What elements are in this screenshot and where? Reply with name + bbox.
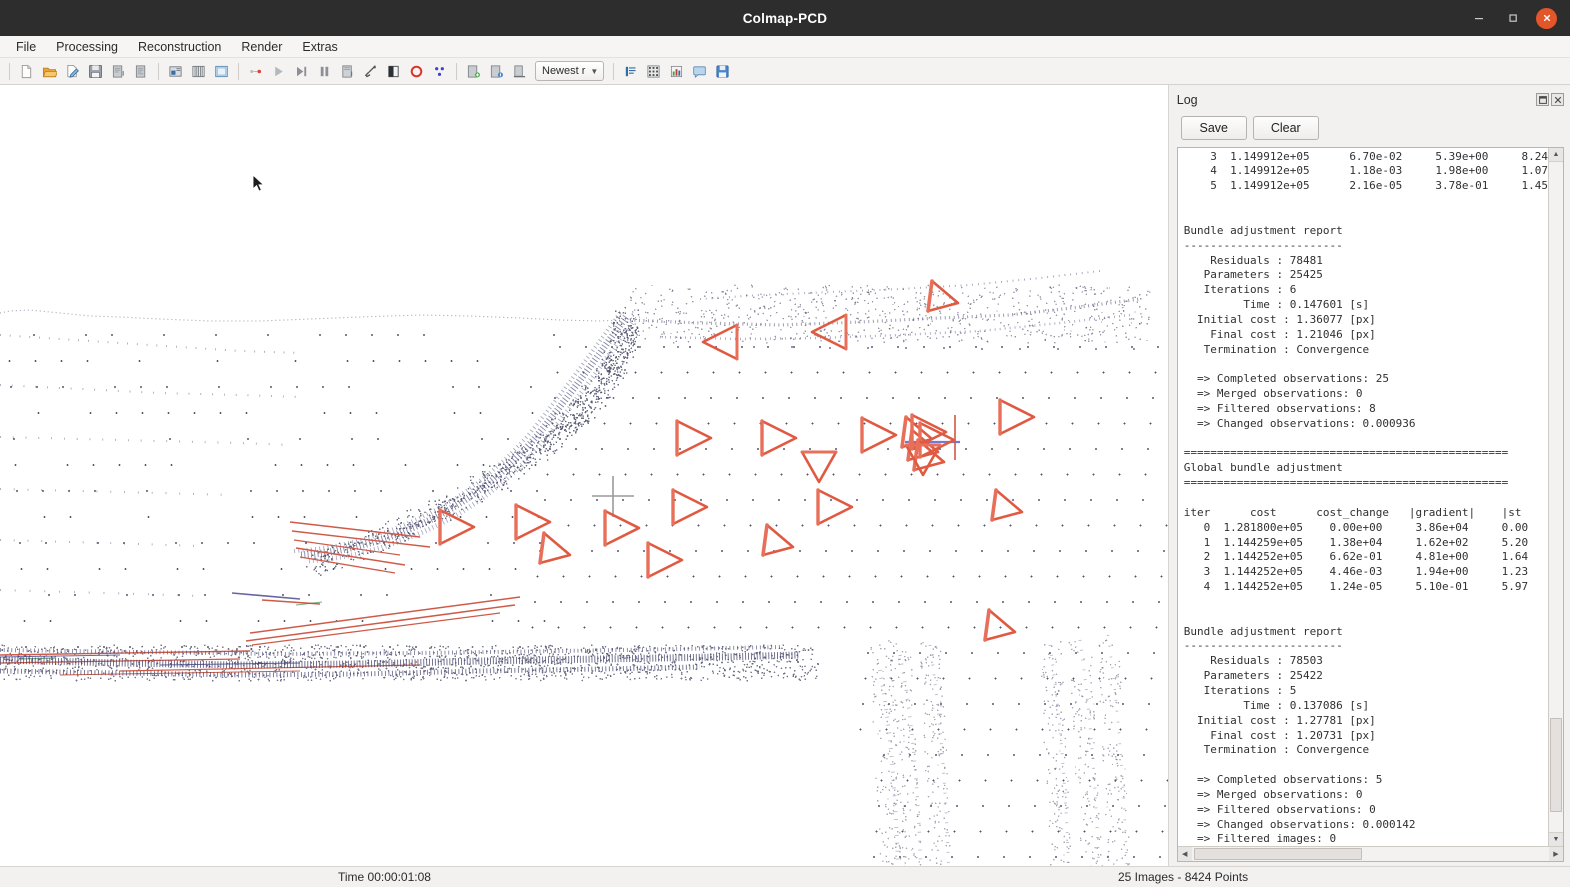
status-elapsed-time: Time 00:00:01:08 bbox=[338, 870, 431, 884]
minimize-icon[interactable] bbox=[1468, 7, 1490, 29]
save-log-button[interactable] bbox=[712, 61, 733, 82]
toolbar-separator-3 bbox=[456, 63, 457, 80]
close-icon[interactable] bbox=[1536, 8, 1557, 29]
menu-reconstruction[interactable]: Reconstruction bbox=[128, 37, 231, 57]
feature-extraction-button[interactable] bbox=[165, 61, 186, 82]
toolbar-separator-2 bbox=[238, 63, 239, 80]
3d-point-cloud-viewport[interactable] bbox=[0, 85, 1168, 866]
clear-log-button-panel[interactable]: Clear bbox=[1253, 116, 1319, 140]
export-all-button[interactable] bbox=[509, 61, 530, 82]
log-actions: Save Clear bbox=[1181, 116, 1564, 140]
float-panel-icon[interactable] bbox=[1536, 93, 1549, 106]
log-output-text[interactable]: 3 1.149912e+05 6.70e-02 5.39e+00 8.24 4 … bbox=[1178, 148, 1548, 846]
reconstruct-step-button[interactable] bbox=[291, 61, 312, 82]
grid-view-button[interactable] bbox=[643, 61, 664, 82]
scroll-right-icon[interactable]: ▶ bbox=[1549, 847, 1563, 861]
show-log-button[interactable] bbox=[689, 61, 710, 82]
log-horizontal-scroll-track[interactable] bbox=[1192, 847, 1549, 861]
export-button[interactable] bbox=[486, 61, 507, 82]
log-output-box: 3 1.149912e+05 6.70e-02 5.39e+00 8.24 4 … bbox=[1177, 147, 1564, 862]
menu-extras[interactable]: Extras bbox=[292, 37, 347, 57]
log-panel-header-buttons bbox=[1536, 93, 1564, 106]
import-model-button[interactable] bbox=[108, 61, 129, 82]
toolbar-handle[interactable] bbox=[9, 63, 10, 80]
log-vertical-scrollbar[interactable]: ▲ ▼ bbox=[1548, 148, 1563, 846]
save-project-button[interactable] bbox=[85, 61, 106, 82]
model-selector-combobox[interactable]: Newest r ▼ bbox=[535, 61, 604, 81]
log-panel-title: Log bbox=[1177, 93, 1198, 107]
main-body: Log Save Clear 3 1.149912e+05 6.70e-02 5… bbox=[0, 85, 1570, 866]
new-project-button[interactable] bbox=[16, 61, 37, 82]
status-bar: Time 00:00:01:08 25 Images - 8424 Points bbox=[0, 866, 1570, 887]
close-panel-icon[interactable] bbox=[1551, 93, 1564, 106]
log-horizontal-scroll-thumb[interactable] bbox=[1194, 848, 1362, 860]
maximize-icon[interactable] bbox=[1502, 7, 1524, 29]
scroll-down-icon[interactable]: ▼ bbox=[1549, 832, 1563, 846]
window-controls bbox=[1468, 7, 1570, 29]
window-title: Colmap-PCD bbox=[0, 11, 1570, 26]
toolbar-separator-1 bbox=[158, 63, 159, 80]
menu-file[interactable]: File bbox=[6, 37, 46, 57]
scroll-up-icon[interactable]: ▲ bbox=[1549, 148, 1563, 162]
log-panel-header: Log bbox=[1177, 91, 1564, 109]
open-project-button[interactable] bbox=[39, 61, 60, 82]
point-cloud-canvas bbox=[0, 85, 1168, 866]
bundle-adjustment-button[interactable] bbox=[360, 61, 381, 82]
import-button[interactable] bbox=[463, 61, 484, 82]
dense-reconstruction-button[interactable] bbox=[337, 61, 358, 82]
scroll-left-icon[interactable]: ◀ bbox=[1178, 847, 1192, 861]
log-horizontal-scrollbar[interactable]: ◀ ▶ bbox=[1178, 846, 1563, 861]
status-model-info: 25 Images - 8424 Points bbox=[1118, 870, 1248, 884]
render-options-button[interactable] bbox=[383, 61, 404, 82]
model-selector-value: Newest r bbox=[542, 65, 585, 77]
start-reconstruction-button[interactable] bbox=[268, 61, 289, 82]
menu-processing[interactable]: Processing bbox=[46, 37, 128, 57]
edit-project-button[interactable] bbox=[62, 61, 83, 82]
menu-render[interactable]: Render bbox=[231, 37, 292, 57]
title-bar: Colmap-PCD bbox=[0, 0, 1570, 36]
model-statistics-button[interactable] bbox=[620, 61, 641, 82]
show-chart-button[interactable] bbox=[666, 61, 687, 82]
pause-reconstruction-button[interactable] bbox=[314, 61, 335, 82]
toolbar: Newest r ▼ bbox=[0, 58, 1570, 85]
log-vertical-scroll-track[interactable] bbox=[1549, 162, 1563, 832]
reset-view-button[interactable] bbox=[406, 61, 427, 82]
export-model-button[interactable] bbox=[131, 61, 152, 82]
log-vertical-scroll-thumb[interactable] bbox=[1550, 718, 1562, 812]
toolbar-separator-4 bbox=[613, 63, 614, 80]
feature-matching-button[interactable] bbox=[188, 61, 209, 82]
menu-bar: File Processing Reconstruction Render Ex… bbox=[0, 36, 1570, 58]
application-window: Colmap-PCD File Processing Reconstructio… bbox=[0, 0, 1570, 887]
log-dock-panel: Log Save Clear 3 1.149912e+05 6.70e-02 5… bbox=[1168, 85, 1570, 866]
automatic-reconstruction-button[interactable] bbox=[245, 61, 266, 82]
chevron-down-icon: ▼ bbox=[590, 67, 598, 76]
match-matrix-button[interactable] bbox=[429, 61, 450, 82]
save-log-button-panel[interactable]: Save bbox=[1181, 116, 1247, 140]
database-management-button[interactable] bbox=[211, 61, 232, 82]
